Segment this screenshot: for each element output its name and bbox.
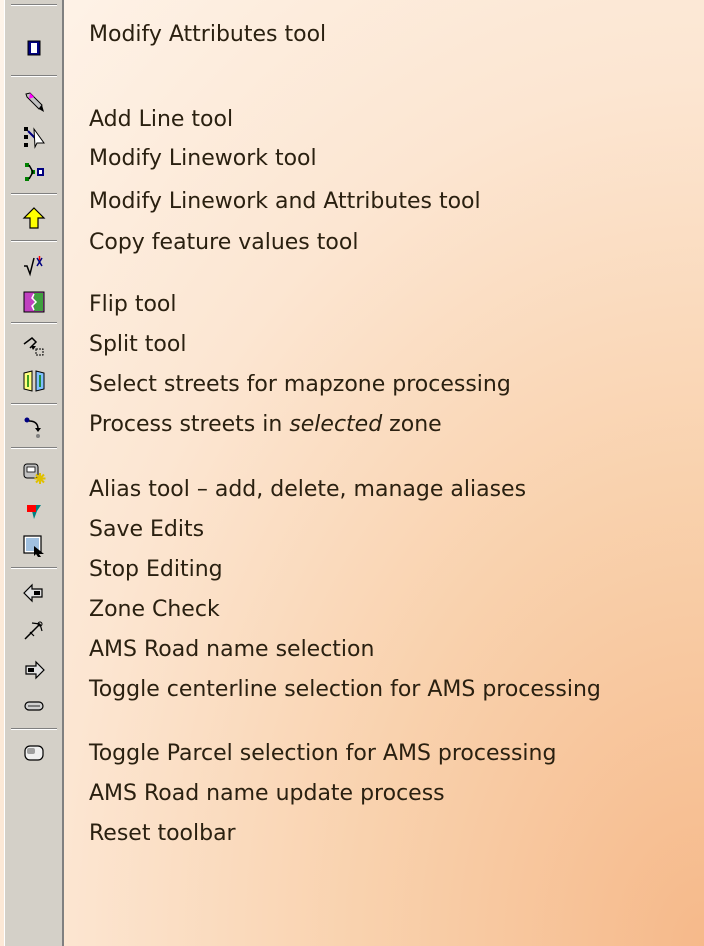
alias-icon	[24, 417, 41, 438]
alias-button[interactable]	[15, 409, 53, 445]
process-streets-button[interactable]	[15, 363, 53, 399]
toggle-centerline-button[interactable]	[15, 612, 53, 648]
modify-linework-icon	[24, 127, 45, 149]
label-process-streets: Process streets in selected zone	[89, 410, 442, 440]
stop-editing-button[interactable]	[15, 493, 53, 529]
label-flip: Flip tool	[89, 292, 177, 317]
label-add-line: Add Line tool	[89, 107, 234, 132]
flip-icon	[24, 256, 43, 277]
reset-toolbar-icon	[24, 745, 44, 761]
label-text: zone	[382, 412, 442, 437]
toolbar-separator	[11, 240, 57, 242]
label-split: Split tool	[89, 332, 187, 357]
toolbar-separator	[11, 403, 57, 405]
toolbar-separator	[11, 728, 57, 730]
modify-attributes-icon	[27, 40, 41, 56]
label-ams-road-name-selection: AMS Road name selection	[89, 637, 375, 662]
add-line-button[interactable]	[15, 84, 53, 120]
label-ams-road-name-update: AMS Road name update process	[89, 781, 445, 806]
add-line-icon	[25, 92, 44, 112]
label-modify-linework: Modify Linework tool	[89, 146, 317, 171]
modify-linework-attributes-button[interactable]	[15, 154, 53, 190]
toolbar-separator	[11, 447, 57, 449]
modify-attributes-button[interactable]	[15, 30, 53, 66]
flip-button[interactable]	[15, 248, 53, 284]
copy-feature-values-button[interactable]	[15, 200, 53, 236]
label-emphasis: selected	[289, 412, 383, 437]
label-zone-check: Zone Check	[89, 597, 220, 622]
process-streets-icon	[23, 370, 45, 392]
toggle-parcel-button[interactable]	[15, 652, 53, 688]
label-toggle-centerline: Toggle centerline selection for AMS proc…	[89, 677, 601, 702]
split-icon	[23, 291, 45, 313]
select-streets-button[interactable]	[15, 328, 53, 364]
toggle-centerline-icon	[24, 621, 43, 640]
reset-toolbar-button[interactable]	[15, 735, 53, 771]
label-stop-editing: Stop Editing	[89, 557, 223, 582]
label-copy-feature-values: Copy feature values tool	[89, 230, 359, 255]
ams-road-name-update-button[interactable]	[15, 688, 53, 724]
label-text: Process streets in	[89, 412, 290, 437]
toolbar-grip[interactable]	[11, 4, 57, 6]
toggle-parcel-icon	[25, 660, 45, 680]
select-streets-icon	[23, 337, 44, 356]
label-alias: Alias tool – add, delete, manage aliases	[89, 477, 527, 502]
modify-linework-attributes-icon	[25, 163, 44, 181]
label-reset-toolbar: Reset toolbar	[89, 821, 236, 846]
stop-editing-icon	[27, 505, 41, 519]
toolbar-separator	[11, 567, 57, 569]
toolbar-separator	[11, 322, 57, 324]
label-select-streets: Select streets for mapzone processing	[89, 372, 511, 397]
zone-check-button[interactable]	[15, 528, 53, 564]
ams-road-name-selection-icon	[23, 583, 43, 603]
toolbar-separator	[11, 75, 57, 77]
toolbar-separator	[11, 193, 57, 195]
save-edits-icon	[23, 463, 46, 484]
label-save-edits: Save Edits	[89, 517, 205, 542]
label-toggle-parcel: Toggle Parcel selection for AMS processi…	[89, 741, 557, 766]
label-modify-attributes: Modify Attributes tool	[89, 22, 327, 47]
label-modify-linework-attributes: Modify Linework and Attributes tool	[89, 189, 481, 214]
zone-check-icon	[23, 535, 44, 557]
ams-road-name-update-icon	[24, 701, 44, 711]
save-edits-button[interactable]	[15, 455, 53, 491]
copy-feature-values-icon	[22, 207, 46, 229]
split-button[interactable]	[15, 284, 53, 320]
editing-toolbar	[4, 0, 64, 946]
modify-linework-button[interactable]	[15, 119, 53, 155]
ams-road-name-selection-button[interactable]	[15, 575, 53, 611]
